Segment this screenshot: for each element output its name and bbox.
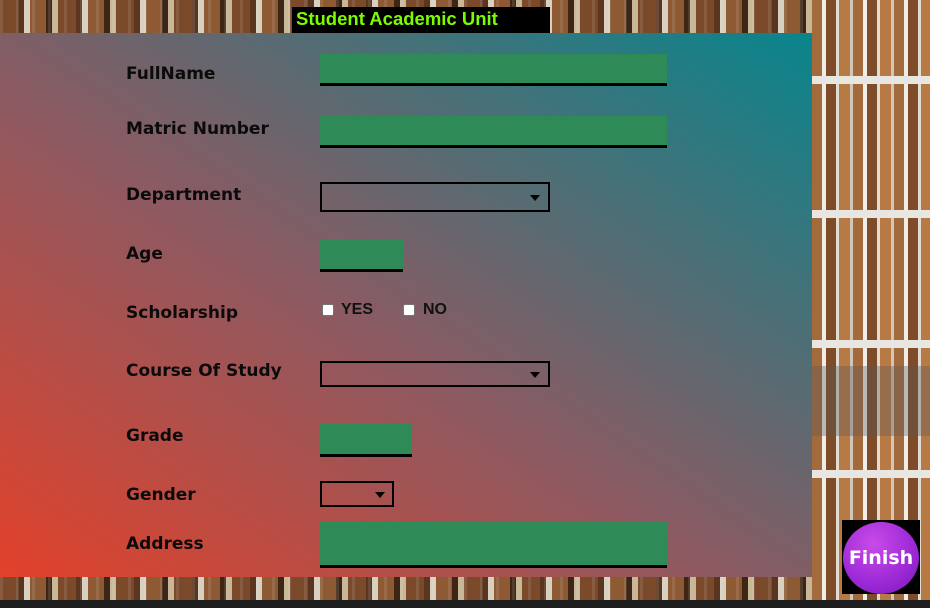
page-title: Student Academic Unit: [296, 8, 498, 29]
scholarship-no-label: NO: [423, 301, 447, 318]
finish-button[interactable]: Finish: [843, 522, 919, 594]
department-select[interactable]: [320, 182, 550, 212]
background-shelf-image: [812, 0, 930, 608]
fullname-input[interactable]: [320, 54, 667, 86]
grade-label: Grade: [126, 426, 184, 446]
matric-label: Matric Number: [126, 119, 269, 139]
scholarship-label: Scholarship: [126, 303, 239, 323]
course-label: Course Of Study: [126, 361, 282, 381]
address-input[interactable]: [320, 521, 667, 568]
department-label: Department: [126, 185, 242, 205]
scholarship-yes-label: YES: [341, 301, 374, 318]
age-label: Age: [126, 244, 163, 264]
fullname-label: FullName: [126, 64, 216, 84]
background-overlay: [812, 366, 930, 436]
address-label: Address: [126, 534, 204, 554]
chevron-down-icon: [375, 492, 385, 498]
chevron-down-icon: [530, 372, 540, 378]
course-of-study-select[interactable]: [320, 361, 550, 387]
matric-number-input[interactable]: [320, 116, 667, 148]
gender-label: Gender: [126, 485, 196, 505]
chevron-down-icon: [530, 195, 540, 201]
scholarship-yes-checkbox[interactable]: [322, 304, 334, 316]
gender-select[interactable]: [320, 481, 394, 507]
grade-input[interactable]: [320, 423, 412, 457]
taskbar: [0, 600, 930, 608]
scholarship-no-checkbox[interactable]: [403, 304, 415, 316]
age-input[interactable]: [320, 240, 403, 272]
